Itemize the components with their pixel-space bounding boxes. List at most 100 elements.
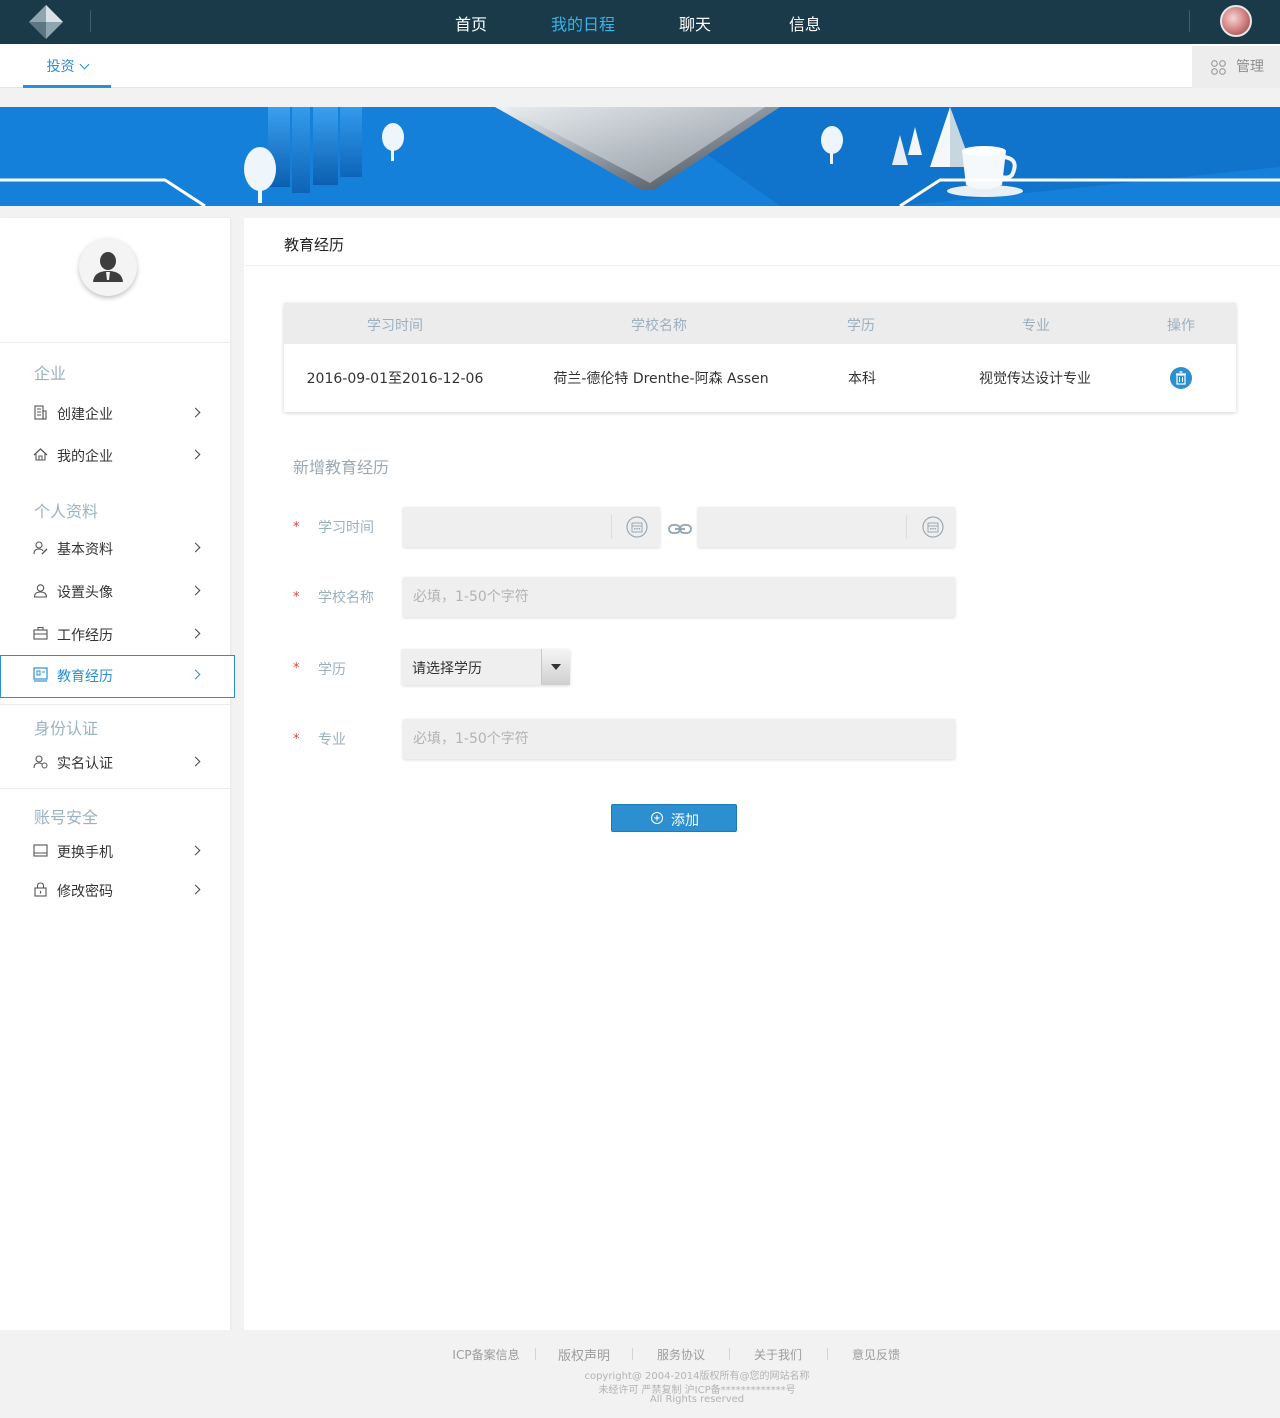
sidebar-item-education[interactable]: 教育经历 (0, 655, 235, 698)
nav-item-my-schedule[interactable]: 我的日程 (551, 11, 615, 35)
chevron-right-icon (190, 884, 201, 895)
top-navbar: 首页 我的日程 聊天 信息 (0, 0, 1280, 44)
table-header: 学习时间 学校名称 学历 专业 操作 (284, 303, 1236, 344)
input-divider (906, 515, 907, 539)
sidebar-item-label: 设置头像 (57, 585, 113, 601)
footer-divider (729, 1348, 730, 1360)
footer-divider (827, 1348, 828, 1360)
sidebar-item-create-enterprise[interactable]: 创建企业 (0, 393, 230, 433)
major-label: 专业 (318, 732, 346, 748)
calendar-icon[interactable] (922, 516, 944, 538)
lock-icon (34, 882, 47, 897)
briefcase-icon (33, 627, 48, 640)
required-mark: * (293, 732, 300, 747)
chevron-right-icon (190, 407, 201, 418)
person-icon (93, 252, 123, 282)
column-header-time: 学习时间 (367, 318, 423, 334)
title-divider (244, 265, 1280, 266)
sidebar-item-label: 更换手机 (57, 845, 113, 861)
footer-link-about[interactable]: 关于我们 (754, 1346, 802, 1363)
sidebar: 企业 创建企业 我的企业 个人资料 基本资料 设置头像 工作经历 教育经历 身份… (0, 218, 235, 1330)
input-divider (611, 515, 612, 539)
logo-icon[interactable] (28, 4, 64, 40)
link-icon (668, 524, 692, 534)
sidebar-item-work-experience[interactable]: 工作经历 (0, 614, 230, 654)
nav-divider (90, 10, 91, 32)
column-header-major: 专业 (1022, 318, 1050, 334)
footer-link-feedback[interactable]: 意见反馈 (852, 1346, 900, 1363)
building-icon (34, 405, 47, 420)
chevron-right-icon (190, 542, 201, 553)
phone-icon (33, 844, 48, 857)
nav-item-chat[interactable]: 聊天 (679, 11, 711, 35)
sidebar-item-basic-info[interactable]: 基本资料 (0, 528, 230, 568)
column-header-degree: 学历 (847, 318, 875, 334)
chevron-right-icon (190, 449, 201, 460)
sidebar-group-account-security: 账号安全 (34, 808, 99, 827)
sidebar-item-change-password[interactable]: 修改密码 (0, 870, 230, 910)
home-icon (33, 448, 48, 461)
grid-icon (1211, 60, 1226, 75)
footer: ICP备案信息 版权声明 服务协议 关于我们 意见反馈 copyright@ 2… (0, 1330, 1280, 1418)
banner-image (0, 107, 1280, 206)
sidebar-item-label: 教育经历 (57, 669, 113, 685)
manage-button[interactable]: 管理 (1192, 46, 1280, 88)
sidebar-item-my-enterprise[interactable]: 我的企业 (0, 435, 230, 475)
nav-divider (1189, 10, 1190, 32)
sub-navbar: 投资 管理 (0, 44, 1280, 88)
sidebar-item-label: 修改密码 (57, 884, 113, 900)
school-input[interactable] (403, 577, 955, 617)
dropdown-arrow-icon[interactable] (541, 649, 570, 685)
chevron-right-icon (190, 585, 201, 596)
nav-item-messages[interactable]: 信息 (789, 11, 821, 35)
sidebar-divider (0, 342, 230, 343)
required-mark: * (293, 661, 300, 676)
chevron-right-icon (190, 845, 201, 856)
trash-icon (1176, 371, 1186, 385)
sidebar-item-label: 我的企业 (57, 449, 113, 465)
end-date-input[interactable] (698, 507, 955, 547)
chevron-right-icon (190, 628, 201, 639)
manage-label: 管理 (1236, 59, 1264, 75)
degree-label: 学历 (318, 662, 346, 678)
delete-button[interactable] (1170, 367, 1192, 389)
column-header-action: 操作 (1167, 318, 1195, 334)
degree-select[interactable]: 请选择学历 (402, 649, 570, 685)
chevron-right-icon (190, 669, 201, 680)
footer-rights: All Rights reserved (649, 1394, 745, 1405)
footer-copyright: copyright@ 2004-2014版权所有@您的网站名称 (584, 1371, 810, 1382)
nav-item-home[interactable]: 首页 (455, 11, 487, 35)
user-icon (33, 584, 48, 598)
form-title: 新增教育经历 (293, 458, 390, 477)
calendar-icon[interactable] (626, 516, 648, 538)
required-mark: * (293, 590, 300, 605)
add-button[interactable]: 添加 (611, 804, 737, 832)
sidebar-item-label: 创建企业 (57, 407, 113, 423)
column-header-school: 学校名称 (631, 318, 687, 334)
sidebar-item-label: 基本资料 (57, 542, 113, 558)
user-edit-icon (33, 541, 48, 555)
start-date-input[interactable] (403, 507, 660, 547)
add-button-label: 添加 (671, 813, 699, 829)
footer-link-icp[interactable]: ICP备案信息 (452, 1346, 519, 1363)
tab-invest[interactable]: 投资 (23, 44, 111, 88)
sidebar-group-identity: 身份认证 (34, 719, 99, 738)
chevron-right-icon (190, 756, 201, 767)
sidebar-item-real-name[interactable]: 实名认证 (0, 742, 230, 782)
footer-link-terms[interactable]: 服务协议 (657, 1346, 705, 1363)
sidebar-item-change-phone[interactable]: 更换手机 (0, 831, 230, 871)
profile-avatar[interactable] (79, 238, 137, 296)
user-verify-icon (33, 755, 48, 769)
chevron-down-icon (79, 59, 89, 70)
time-label: 学习时间 (318, 520, 374, 536)
footer-link-copyright[interactable]: 版权声明 (558, 1345, 610, 1364)
education-table: 学习时间 学校名称 学历 专业 操作 2016-09-01至2016-12-06… (284, 303, 1236, 412)
plus-circle-icon (650, 811, 664, 825)
tab-invest-label: 投资 (46, 59, 75, 75)
sidebar-item-set-avatar[interactable]: 设置头像 (0, 571, 230, 611)
sidebar-divider (0, 788, 230, 789)
user-avatar[interactable] (1220, 5, 1252, 37)
major-input[interactable] (403, 719, 955, 759)
sidebar-group-profile: 个人资料 (34, 502, 99, 521)
required-mark: * (293, 520, 300, 535)
